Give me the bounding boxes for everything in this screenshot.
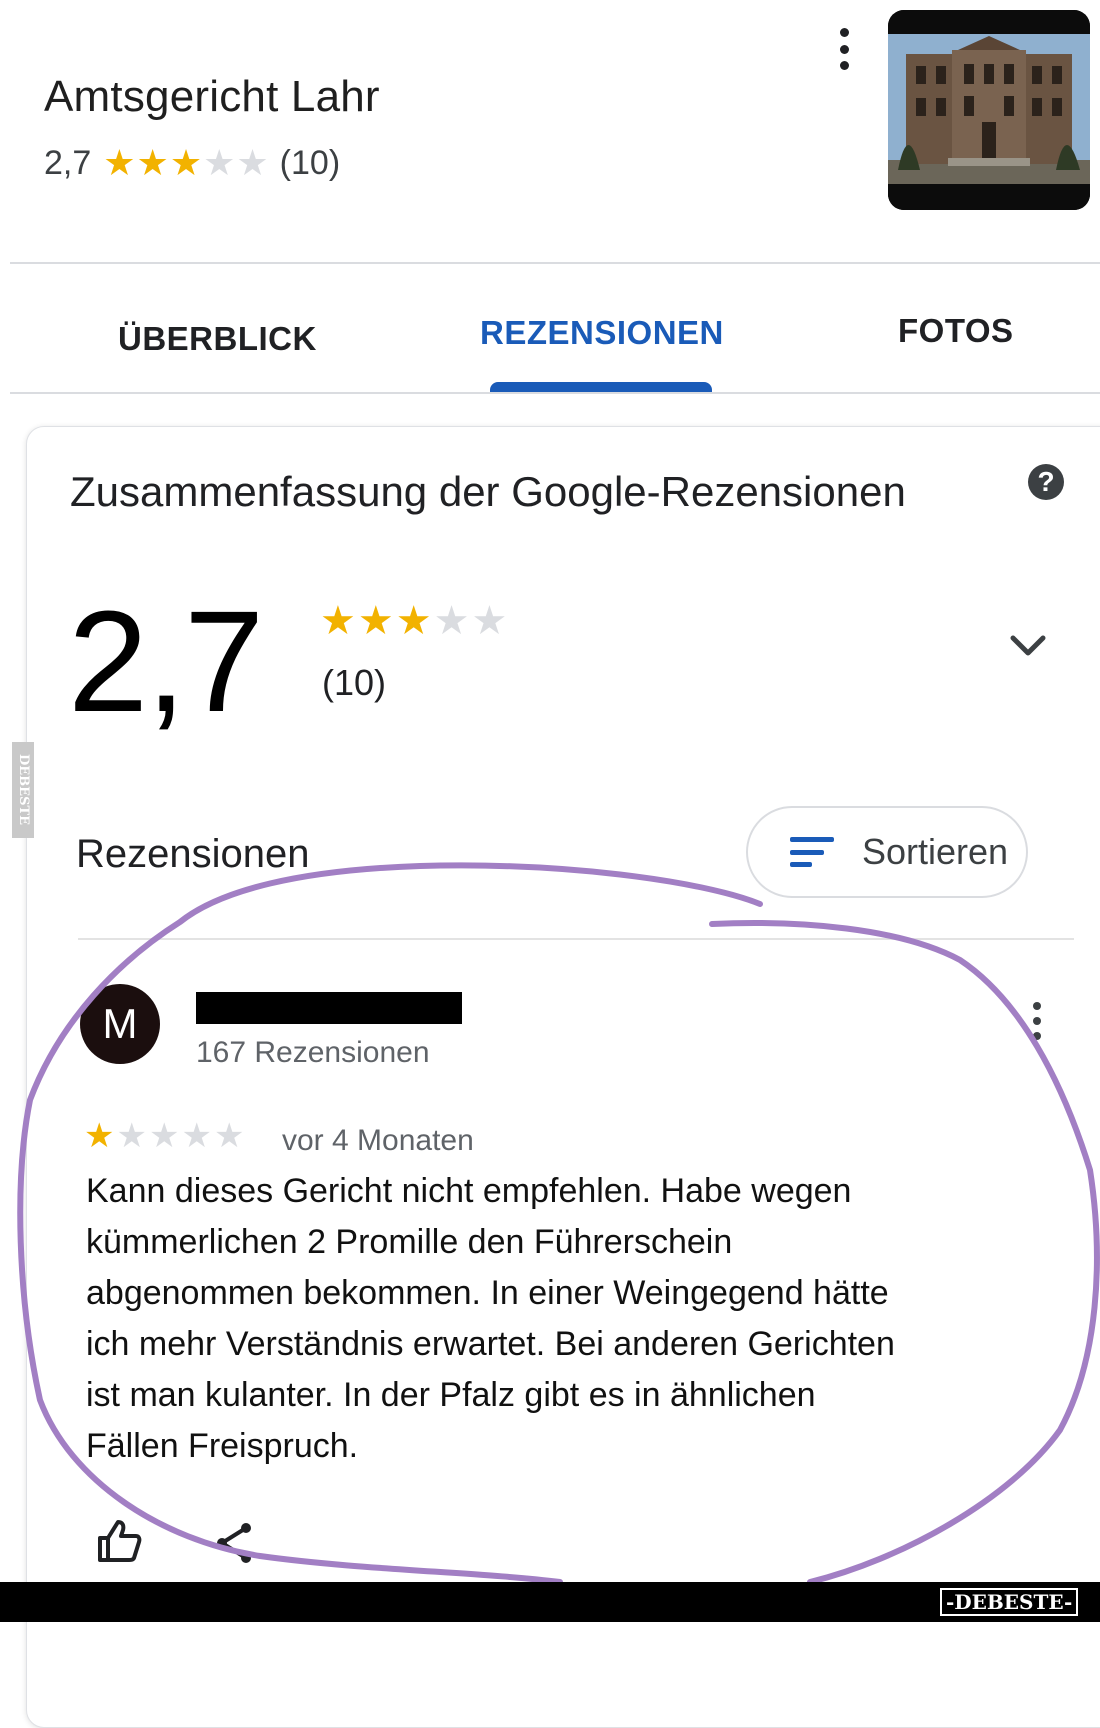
footer-watermark-logo: -DEBESTE-	[940, 1588, 1079, 1616]
summary-rating: 2,7	[68, 581, 264, 742]
star-empty-icon: ★	[116, 1117, 149, 1155]
avatar[interactable]: M	[80, 984, 160, 1064]
header-rating: 2,7 ★ ★ ★ ★ ★ (10)	[44, 142, 340, 184]
review-time: vor 4 Monaten	[282, 1124, 474, 1157]
tab-ueberblick[interactable]: ÜBERBLICK	[118, 320, 317, 358]
review-text: Kann dieses Gericht nicht empfehlen. Hab…	[86, 1166, 1006, 1472]
header-star-rating: ★ ★ ★ ★ ★	[103, 142, 269, 184]
more-options-icon[interactable]	[836, 28, 852, 70]
side-watermark: DEBESTE	[12, 742, 34, 838]
star-empty-icon: ★	[471, 599, 510, 643]
reviews-heading: Rezensionen	[76, 832, 310, 876]
reviewer-review-count[interactable]: 167 Rezensionen	[196, 1036, 430, 1070]
place-title: Amtsgericht Lahr	[44, 72, 380, 121]
star-empty-icon: ★	[181, 1117, 214, 1155]
share-icon[interactable]	[212, 1520, 256, 1566]
star-filled-icon: ★	[103, 142, 137, 183]
star-filled-icon: ★	[136, 142, 170, 183]
star-empty-icon: ★	[148, 1117, 182, 1155]
sort-label: Sortieren	[862, 831, 1009, 872]
header-divider	[10, 262, 1100, 264]
header-review-count[interactable]: (10)	[280, 144, 340, 183]
tab-fotos[interactable]: FOTOS	[898, 312, 1014, 350]
sort-button[interactable]: Sortieren	[746, 806, 1028, 898]
star-filled-icon: ★	[84, 1117, 117, 1155]
review-more-options-icon[interactable]	[1030, 1002, 1044, 1040]
star-filled-icon: ★	[395, 599, 434, 643]
star-filled-icon: ★	[169, 142, 204, 183]
review-text-line: Fällen Freispruch.	[86, 1427, 359, 1465]
summary-star-rating: ★ ★ ★ ★ ★	[320, 598, 509, 644]
thumb-up-icon[interactable]	[96, 1518, 142, 1564]
summary-review-count: (10)	[322, 662, 387, 703]
review-text-line: kümmerlichen 2 Promille den Führerschein	[86, 1223, 733, 1261]
summary-title: Zusammenfassung der Google-Rezensionen	[70, 468, 906, 515]
header-rating-value: 2,7	[44, 143, 92, 182]
redacted-reviewer-name	[196, 992, 462, 1024]
review-star-rating: ★ ★ ★ ★ ★	[84, 1116, 246, 1156]
courthouse-photo	[888, 10, 1090, 210]
chevron-down-icon[interactable]	[1010, 634, 1046, 658]
review-text-line: ist man kulanter. In der Pfalz gibt es i…	[86, 1376, 816, 1414]
help-icon[interactable]: ?	[1028, 464, 1064, 500]
review-text-line: abgenommen bekommen. In einer Weingegend…	[86, 1274, 889, 1312]
star-empty-icon: ★	[203, 142, 237, 183]
star-filled-icon: ★	[357, 599, 396, 643]
review-text-line: ich mehr Verständnis erwartet. Bei ander…	[86, 1325, 895, 1363]
sort-icon	[790, 837, 834, 867]
footer-bar	[0, 1582, 1100, 1622]
review-text-line: Kann dieses Gericht nicht empfehlen. Hab…	[86, 1172, 852, 1210]
star-empty-icon: ★	[236, 142, 270, 183]
tabs-divider	[10, 392, 1100, 394]
reviews-divider	[78, 938, 1074, 940]
place-photo[interactable]	[888, 10, 1090, 210]
star-filled-icon: ★	[320, 599, 358, 643]
star-empty-icon: ★	[433, 599, 472, 643]
star-empty-icon: ★	[213, 1117, 247, 1155]
tab-rezensionen[interactable]: REZENSIONEN	[480, 314, 724, 352]
